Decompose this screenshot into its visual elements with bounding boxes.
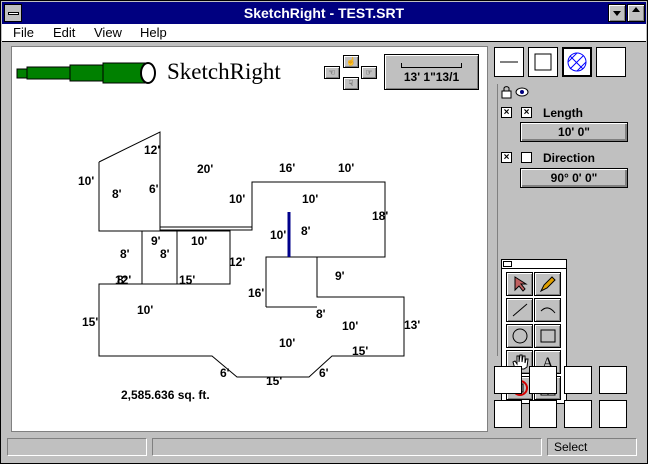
- dim-label: 16': [248, 286, 264, 300]
- dim-label: 13': [404, 318, 420, 332]
- floor-plan[interactable]: 12' 10' 8' 6' 20' 16' 10' 10' 10' 18' 10…: [12, 97, 487, 431]
- empty-swatch[interactable]: [596, 47, 626, 77]
- menu-file[interactable]: File: [13, 25, 34, 40]
- menu-help[interactable]: Help: [140, 25, 167, 40]
- dim-label: 10': [279, 336, 295, 350]
- slot-swatch[interactable]: [529, 366, 557, 394]
- length-lock-checkbox[interactable]: ×: [501, 107, 512, 118]
- dim-label: 10': [342, 319, 358, 333]
- length-label: Length: [543, 106, 583, 120]
- title-bar: SketchRight - TEST.SRT: [2, 2, 646, 24]
- right-panel: × × Length 10' 0" × Direction 90° 0' 0" …: [492, 44, 638, 436]
- status-mode: Select: [547, 438, 637, 456]
- direction-lock-checkbox[interactable]: ×: [501, 152, 512, 163]
- pan-left-button[interactable]: ☜: [324, 66, 340, 79]
- rectangle-tool[interactable]: [534, 324, 561, 348]
- menu-edit[interactable]: Edit: [53, 25, 75, 40]
- status-field-middle: [152, 438, 542, 456]
- menu-bar: File Edit View Help: [2, 24, 646, 42]
- dim-label: 10': [270, 228, 286, 242]
- pointer-tool[interactable]: [506, 272, 533, 296]
- length-value-button[interactable]: 10' 0": [520, 122, 628, 142]
- direction-value-button[interactable]: 90° 0' 0": [520, 168, 628, 188]
- circle-tool[interactable]: [506, 324, 533, 348]
- telescope-logo-icon: [16, 62, 156, 84]
- dim-label: 8': [160, 247, 170, 261]
- dim-label: 10': [338, 161, 354, 175]
- area-label: 2,585.636 sq. ft.: [121, 388, 210, 402]
- dim-label: 15': [266, 374, 282, 388]
- maximize-button[interactable]: [627, 4, 645, 22]
- dim-label: 8': [112, 187, 122, 201]
- line-tool[interactable]: [506, 298, 533, 322]
- dim-label: 8': [301, 224, 311, 238]
- coordinate-readout: 13' 1"13/1: [384, 54, 479, 90]
- hatch-fill-swatch[interactable]: [562, 47, 592, 77]
- pan-right-button[interactable]: ☞: [361, 66, 377, 79]
- dim-label: 9': [335, 269, 345, 283]
- dim-label: 18': [372, 209, 388, 223]
- dim-label: 6': [149, 182, 159, 196]
- dim-label: 16': [279, 161, 295, 175]
- lock-eye-icon: [501, 86, 529, 99]
- pan-down-button[interactable]: ☟: [343, 77, 359, 90]
- direction-checkbox[interactable]: [521, 152, 532, 163]
- dimension-labels: 12' 10' 8' 6' 20' 16' 10' 10' 10' 18' 10…: [78, 143, 420, 388]
- slot-swatch[interactable]: [529, 400, 557, 428]
- slot-swatch[interactable]: [599, 366, 627, 394]
- room-tool-swatch[interactable]: [528, 47, 558, 77]
- dim-label: 15': [352, 344, 368, 358]
- dim-label: 10': [302, 192, 318, 206]
- dim-label: 9': [151, 234, 161, 248]
- status-bar: Select: [2, 436, 646, 463]
- dim-label: 12': [115, 273, 131, 287]
- dim-label: 15': [179, 273, 195, 287]
- app-window: SketchRight - TEST.SRT File Edit View He…: [0, 0, 648, 464]
- properties-panel: × × Length 10' 0" × Direction 90° 0' 0" …: [497, 84, 634, 404]
- coordinate-value: 13' 1"13/1: [403, 70, 460, 84]
- pencil-tool[interactable]: [534, 272, 561, 296]
- direction-label: Direction: [543, 151, 596, 165]
- dim-label: 6': [319, 366, 329, 380]
- slot-swatch[interactable]: [494, 400, 522, 428]
- dim-label: 10': [229, 192, 245, 206]
- slot-swatch[interactable]: [564, 366, 592, 394]
- arc-tool[interactable]: [534, 298, 561, 322]
- menu-view[interactable]: View: [94, 25, 122, 40]
- status-field-left: [7, 438, 147, 456]
- drawing-canvas[interactable]: SketchRight ☝ ☜ ☞ ☟ 13' 1"13/1 12' 10' 8…: [11, 46, 488, 432]
- pan-up-button[interactable]: ☝: [343, 55, 359, 68]
- dim-label: 8': [316, 307, 326, 321]
- dim-label: 6': [220, 366, 230, 380]
- dim-label: 10': [78, 174, 94, 188]
- length-checkbox[interactable]: ×: [521, 107, 532, 118]
- window-title: SketchRight - TEST.SRT: [243, 5, 405, 21]
- dim-label: 12': [144, 143, 160, 157]
- minimize-button[interactable]: [608, 4, 626, 22]
- dim-label: 12': [229, 255, 245, 269]
- brand-name: SketchRight: [167, 59, 281, 84]
- dim-label: 15': [82, 315, 98, 329]
- dim-label: 10': [191, 234, 207, 248]
- navigation-pad: ☝ ☜ ☞ ☟: [322, 55, 380, 91]
- dim-label: 10': [137, 303, 153, 317]
- line-tool-swatch[interactable]: [494, 47, 524, 77]
- slot-swatch[interactable]: [564, 400, 592, 428]
- dim-label: 8': [120, 247, 130, 261]
- dim-label: 20': [197, 162, 213, 176]
- slot-swatch[interactable]: [494, 366, 522, 394]
- slot-swatch[interactable]: [599, 400, 627, 428]
- canvas-header: SketchRight ☝ ☜ ☞ ☟ 13' 1"13/1: [12, 47, 487, 97]
